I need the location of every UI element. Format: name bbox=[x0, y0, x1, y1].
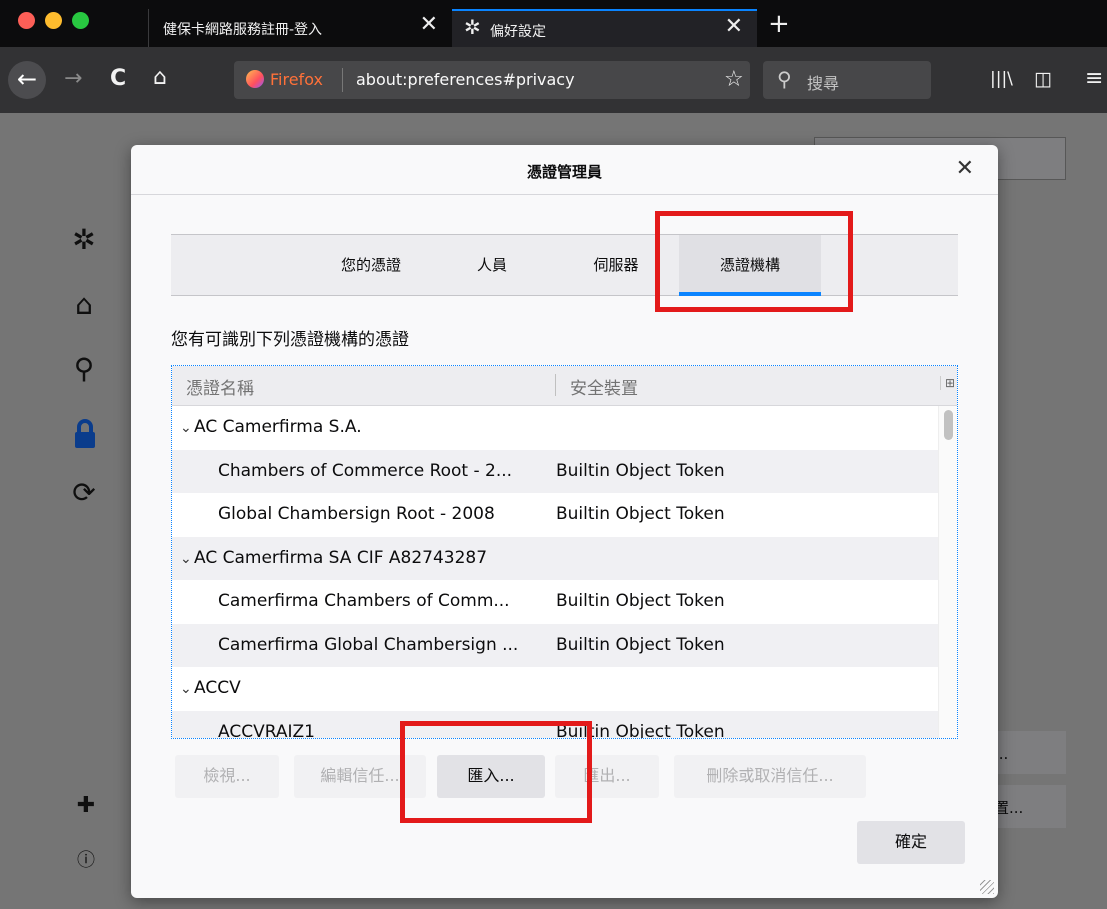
background-button-label: 置... bbox=[994, 799, 1024, 817]
tab-bar: 健保卡網路服務註冊-登入 ✕ ✲ 偏好設定 ✕ + bbox=[0, 0, 1107, 47]
close-icon[interactable]: ✕ bbox=[956, 156, 974, 181]
scrollbar-thumb[interactable] bbox=[944, 410, 953, 440]
divider bbox=[342, 68, 343, 92]
tree-row[interactable]: Chambers of Commerce Root - 2... Builtin… bbox=[172, 449, 940, 493]
tab-servers[interactable]: 伺服器 bbox=[581, 235, 651, 296]
close-window-button[interactable] bbox=[18, 12, 35, 29]
tab-nhi-login[interactable]: 健保卡網路服務註冊-登入 ✕ bbox=[148, 9, 452, 47]
tree-rows: ⌄ AC Camerfirma S.A. Chambers of Commerce… bbox=[172, 406, 940, 738]
tab-people[interactable]: 人員 bbox=[467, 235, 517, 296]
extensions-icon[interactable]: ✚ bbox=[70, 791, 102, 821]
row-token: Builtin Object Token bbox=[556, 460, 725, 481]
delete-or-distrust-button[interactable]: 刪除或取消信任... bbox=[674, 755, 866, 798]
highlight-authorities-tab bbox=[655, 211, 853, 312]
bookmark-star-icon[interactable]: ☆ bbox=[724, 67, 744, 92]
ok-button[interactable]: 確定 bbox=[857, 821, 965, 864]
search-placeholder: 搜尋 bbox=[807, 74, 840, 93]
tree-row[interactable]: Global Chambersign Root - 2008 Builtin O… bbox=[172, 493, 940, 537]
tree-row[interactable]: Camerfirma Chambers of Comm... Builtin O… bbox=[172, 580, 940, 624]
row-token: Builtin Object Token bbox=[556, 591, 725, 611]
row-name: Global Chambersign Root - 2008 bbox=[218, 504, 495, 524]
reload-button[interactable]: C bbox=[110, 67, 126, 91]
tab-title: 偏好設定 bbox=[490, 24, 546, 40]
certificate-tree[interactable]: 憑證名稱 安全裝置 ⊞ ⌄ AC Camerfirma S.A. Chambers… bbox=[171, 365, 958, 739]
sync-icon[interactable]: ⟳ bbox=[68, 478, 100, 508]
description-text: 您有可識別下列憑證機構的憑證 bbox=[171, 330, 409, 350]
menu-icon[interactable]: ≡ bbox=[1085, 67, 1103, 91]
search-icon: ⚲ bbox=[777, 67, 792, 91]
row-token: Builtin Object Token bbox=[556, 504, 725, 524]
url-bar[interactable]: Firefox about:preferences#privacy ☆ bbox=[234, 61, 750, 99]
zoom-window-button[interactable] bbox=[72, 12, 89, 29]
column-header-name[interactable]: 憑證名稱 bbox=[186, 374, 254, 399]
row-name: ACCV bbox=[194, 678, 241, 698]
sidebar-toggle-icon[interactable]: ◫ bbox=[1034, 67, 1052, 91]
column-picker-icon[interactable]: ⊞ bbox=[939, 376, 955, 390]
background-button-2: 置... bbox=[990, 785, 1066, 828]
tab-label: 伺服器 bbox=[593, 256, 639, 274]
column-header-device[interactable]: 安全裝置 bbox=[570, 374, 638, 399]
twisty-icon[interactable]: ⌄ bbox=[180, 407, 194, 450]
home-button[interactable]: ⌂ bbox=[153, 66, 167, 90]
lock-icon[interactable] bbox=[73, 418, 97, 452]
identity-label: Firefox bbox=[270, 70, 323, 89]
dialog-titlebar: 憑證管理員 ✕ bbox=[131, 145, 998, 195]
highlight-import-button bbox=[400, 721, 592, 823]
minimize-window-button[interactable] bbox=[45, 12, 62, 29]
forward-button[interactable]: → bbox=[64, 67, 82, 91]
tab-preferences[interactable]: ✲ 偏好設定 ✕ bbox=[452, 9, 757, 47]
row-name: Camerfirma Chambers of Comm... bbox=[218, 591, 510, 611]
twisty-icon[interactable]: ⌄ bbox=[180, 538, 194, 581]
tree-scrollbar[interactable] bbox=[938, 406, 957, 738]
resize-grip[interactable] bbox=[980, 880, 994, 894]
search-input[interactable]: ⚲ 搜尋 bbox=[763, 61, 931, 99]
tab-close-icon[interactable]: ✕ bbox=[420, 14, 438, 36]
row-token: Builtin Object Token bbox=[556, 634, 725, 655]
firefox-icon bbox=[246, 70, 264, 88]
row-name: Camerfirma Global Chambersign ... bbox=[218, 634, 519, 655]
tree-row-group[interactable]: ⌄ ACCV bbox=[172, 667, 940, 711]
home-icon[interactable]: ⌂ bbox=[68, 290, 100, 320]
nav-bar: ← → C ⌂ Firefox about:preferences#privac… bbox=[0, 47, 1107, 113]
tab-your-certificates[interactable]: 您的憑證 bbox=[331, 235, 411, 296]
tab-close-icon[interactable]: ✕ bbox=[725, 16, 743, 38]
search-icon[interactable]: ⚲ bbox=[68, 354, 100, 384]
help-icon[interactable]: ⓘ bbox=[70, 846, 102, 876]
row-name: AC Camerfirma SA CIF A82743287 bbox=[194, 547, 488, 568]
tab-title: 健保卡網路服務註冊-登入 bbox=[163, 22, 323, 38]
tab-label: 人員 bbox=[476, 256, 507, 274]
column-divider bbox=[555, 374, 556, 396]
tree-header: 憑證名稱 安全裝置 ⊞ bbox=[172, 366, 957, 406]
twisty-icon[interactable]: ⌄ bbox=[180, 668, 194, 711]
row-name: Chambers of Commerce Root - 2... bbox=[218, 460, 513, 481]
library-icon[interactable]: |||\ bbox=[990, 67, 1013, 91]
back-button[interactable]: ← bbox=[8, 61, 46, 99]
gear-icon: ✲ bbox=[464, 15, 481, 39]
dialog-title: 憑證管理員 bbox=[526, 163, 602, 181]
row-name: AC Camerfirma S.A. bbox=[194, 417, 362, 437]
tree-row-group[interactable]: ⌄ AC Camerfirma SA CIF A82743287 bbox=[172, 536, 940, 581]
new-tab-button[interactable]: + bbox=[768, 11, 790, 37]
tab-label: 您的憑證 bbox=[340, 256, 401, 274]
url-text[interactable]: about:preferences#privacy bbox=[356, 70, 575, 89]
tree-row-group[interactable]: ⌄ AC Camerfirma S.A. bbox=[172, 406, 940, 450]
view-button[interactable]: 檢視... bbox=[175, 755, 279, 798]
gear-icon[interactable]: ✲ bbox=[68, 225, 100, 255]
background-button-1: ... bbox=[990, 731, 1066, 774]
tree-row[interactable]: Camerfirma Global Chambersign ... Builti… bbox=[172, 623, 940, 667]
